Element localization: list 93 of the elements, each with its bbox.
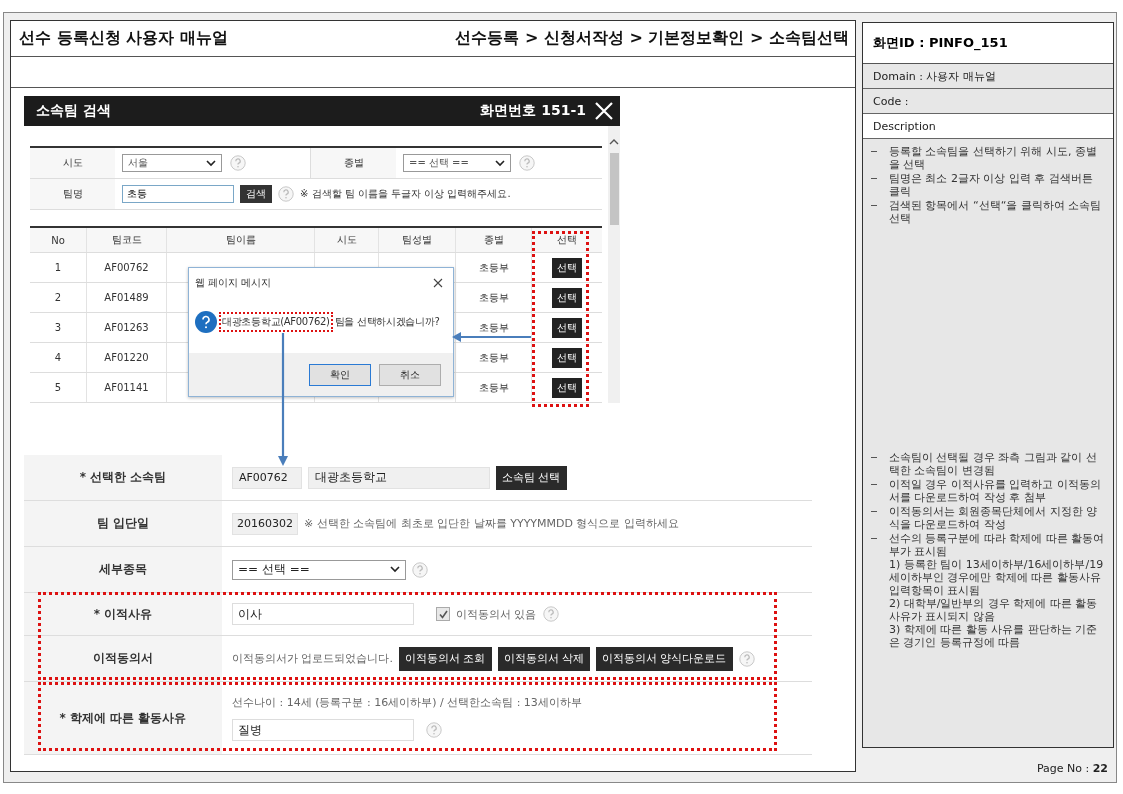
- help-icon[interactable]: [412, 561, 428, 578]
- close-icon[interactable]: [433, 278, 443, 288]
- note-text: 1) 등록한 팀이 13세이하부/16세이하부/19세이하부인 경우에만 학제에 따른 활동사유 입력항목이 표시됨: [889, 558, 1105, 597]
- screen-number: 화면번호 151-1: [480, 102, 586, 120]
- consent-button[interactable]: 이적동의서 삭제: [497, 646, 590, 671]
- page-number: Page No : 22: [1035, 762, 1109, 775]
- scroll-thumb[interactable]: [609, 153, 619, 225]
- upload-status: 이적동의서가 업로드되었습니다.: [232, 651, 393, 666]
- table-cell: AF01141: [87, 373, 167, 402]
- description-heading: Description: [863, 114, 1113, 139]
- filter-label: 팀명: [30, 179, 115, 209]
- note-text: 2) 대학부/일반부의 경우 학제에 따른 활동 사유가 표시되지 않음: [889, 597, 1099, 623]
- cancel-button[interactable]: 취소: [379, 363, 441, 386]
- chevron-down-icon: [390, 566, 400, 573]
- help-icon[interactable]: [519, 155, 535, 171]
- table-cell: 3: [30, 313, 87, 342]
- select-button[interactable]: 선택: [552, 317, 582, 338]
- field-label: 세부종목: [24, 547, 222, 592]
- note-text: 이적일 경우 이적사유를 입력하고 이적동의서를 다운로드하여 작성 후 첨부: [889, 478, 1102, 504]
- column-header: 팀이름: [167, 228, 315, 252]
- popup-title: 소속팀 검색: [36, 102, 112, 120]
- field-label: * 이적사유: [24, 593, 222, 635]
- screen-id: 화면ID : PINFO_151: [863, 23, 1113, 64]
- table-cell: 1: [30, 253, 87, 282]
- select-button[interactable]: 선택: [552, 257, 582, 278]
- consent-button[interactable]: 이적동의서 양식다운로드: [596, 646, 733, 671]
- filter-label: 시도: [30, 148, 115, 178]
- consent-checkbox[interactable]: [436, 607, 450, 621]
- breadcrumb: 선수등록 > 신청서작성 > 기본정보확인 > 소속팀선택: [455, 28, 849, 49]
- column-header: No: [30, 228, 87, 252]
- table-cell: 초등부: [456, 283, 532, 312]
- note-text: 검색된 항목에서 “선택“을 클릭하여 소속팀 선택: [889, 199, 1103, 225]
- select-button[interactable]: 선택: [552, 377, 582, 398]
- select-button[interactable]: 선택: [552, 287, 582, 308]
- team-name-field[interactable]: 초등: [122, 185, 234, 203]
- search-note: ※ 검색할 팀 이름을 두글자 이상 입력해주세요.: [300, 187, 511, 201]
- help-icon[interactable]: [738, 650, 755, 667]
- scroll-up-icon[interactable]: [609, 138, 619, 146]
- chevron-down-icon: [206, 159, 216, 167]
- team-name: 대광초등학교(AF00762): [219, 311, 333, 332]
- note-text: 3) 학제에 따른 활동 사유를 판단하는 기준은 경기인 등록규정에 따름: [889, 623, 1099, 649]
- team-code-field: AF00762: [232, 466, 302, 489]
- team-name-field: 대광초등학교: [308, 466, 490, 489]
- help-icon[interactable]: [542, 606, 559, 622]
- confirm-button[interactable]: 확인: [309, 363, 371, 386]
- date-hint: ※ 선택한 소속팀에 최초로 입단한 날짜를 YYYYMMDD 형식으로 입력하세요: [304, 516, 679, 531]
- age-info: 선수나이 : 14세 (등록구분 : 16세이하부) / 선택한소속팀 : 13세이하부: [232, 695, 582, 710]
- dropdown[interactable]: == 선택 ==: [403, 154, 511, 172]
- search-button[interactable]: 검색: [240, 185, 272, 203]
- help-icon[interactable]: [230, 155, 246, 171]
- join-date-field[interactable]: 20160302: [232, 512, 298, 535]
- field-label: 팀 입단일: [24, 501, 222, 546]
- select-button[interactable]: 선택: [552, 347, 582, 368]
- transfer-reason-field[interactable]: 이사: [232, 603, 414, 625]
- note-text: 소속팀이 선택될 경우 좌측 그림과 같이 선택한 소속팀이 변경됨: [889, 451, 1098, 477]
- field-label: * 학제에 따른 활동사유: [24, 682, 222, 754]
- table-cell: 초등부: [456, 253, 532, 282]
- table-cell: 5: [30, 373, 87, 402]
- document-title: 선수 등록신청 사용자 매뉴얼: [19, 28, 228, 49]
- question-icon: [195, 310, 217, 333]
- scrollbar[interactable]: [608, 126, 620, 403]
- table-cell: AF00762: [87, 253, 167, 282]
- column-header: 선택: [556, 233, 578, 247]
- table-cell: 2: [30, 283, 87, 312]
- note-text: 선수의 등록구분에 따라 학제에 따른 활동여부가 표시됨: [889, 532, 1106, 558]
- confirm-message: 팀을 선택하시겠습니까?: [334, 314, 440, 329]
- note-text: 등록할 소속팀을 선택하기 위해 시도, 종별을 선택: [889, 145, 1098, 171]
- table-cell: AF01220: [87, 343, 167, 372]
- note-text: 팀명은 최소 2글자 이상 입력 후 검색버튼 클릭: [889, 172, 1094, 198]
- event-dropdown[interactable]: == 선택 ==: [232, 559, 406, 580]
- table-cell: 초등부: [456, 343, 532, 372]
- column-header: 종별: [456, 228, 532, 252]
- note-text: 이적동의서는 회원종목단체에서 지정한 양식을 다운로드하여 작성: [889, 505, 1099, 531]
- table-cell: 4: [30, 343, 87, 372]
- field-label: 이적동의서: [24, 636, 222, 681]
- dropdown[interactable]: 서울: [122, 154, 222, 172]
- table-cell: AF01489: [87, 283, 167, 312]
- dialog-title: 웹 페이지 메시지: [195, 276, 272, 290]
- field-label: * 선택한 소속팀: [24, 455, 222, 500]
- column-header: 팀코드: [87, 228, 167, 252]
- domain-label: Domain : 사용자 매뉴얼: [863, 64, 1113, 89]
- chevron-down-icon: [495, 159, 505, 167]
- help-icon[interactable]: [278, 186, 294, 202]
- activity-reason-field[interactable]: 질병: [232, 719, 414, 741]
- column-header: 팀성별: [379, 228, 456, 252]
- team-select-button[interactable]: 소속팀 선택: [496, 465, 567, 490]
- consent-button[interactable]: 이적동의서 조회: [399, 646, 492, 671]
- checkbox-label: 이적동의서 있음: [456, 606, 537, 622]
- filter-label: 종별: [311, 148, 396, 178]
- column-header: 시도: [315, 228, 379, 252]
- table-cell: AF01263: [87, 313, 167, 342]
- table-cell: 초등부: [456, 373, 532, 402]
- help-icon[interactable]: [426, 722, 442, 738]
